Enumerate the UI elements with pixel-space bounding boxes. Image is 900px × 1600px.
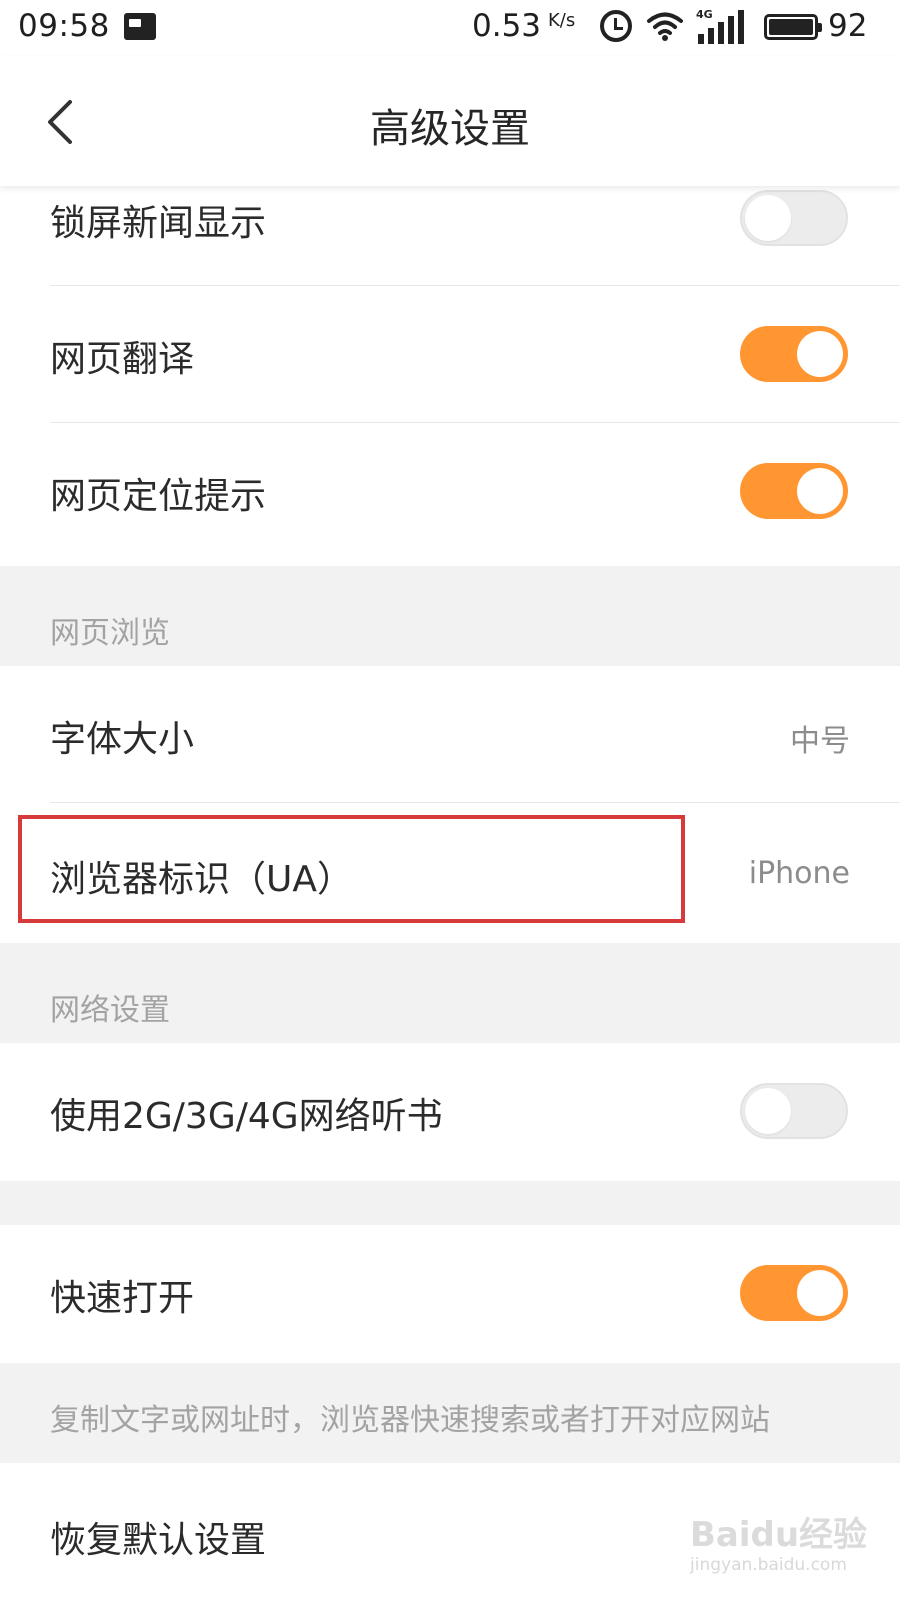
setting-value: 中号	[790, 724, 850, 759]
section-header-network: 网络设置	[0, 943, 900, 1043]
setting-row-page-translate[interactable]: 网页翻译	[0, 286, 900, 422]
toggle-knob	[797, 468, 843, 514]
page-translate-toggle[interactable]	[740, 326, 848, 382]
network-speed: 0.53	[472, 8, 542, 44]
setting-value: iPhone	[748, 856, 850, 891]
toggle-knob	[745, 195, 791, 241]
setting-label: 使用2G/3G/4G网络听书	[50, 1096, 443, 1137]
page-title: 高级设置	[370, 106, 530, 152]
network-speed-unit: K/s	[548, 10, 576, 31]
setting-row-font-size[interactable]: 字体大小 中号	[0, 666, 900, 802]
toggle-knob	[745, 1088, 791, 1134]
quick-open-toggle[interactable]	[740, 1265, 848, 1321]
baidu-jingyan-watermark: Baidu经验 jingyan.baidu.com	[690, 1503, 890, 1593]
section-spacer	[0, 1181, 900, 1225]
setting-label: 网页定位提示	[50, 476, 267, 517]
setting-row-location-prompt[interactable]: 网页定位提示	[0, 423, 900, 566]
quick-open-description-block: 复制文字或网址时，浏览器快速搜索或者打开对应网站	[0, 1363, 900, 1463]
watermark-url: jingyan.baidu.com	[690, 1555, 847, 1575]
status-bar: 09:58 0.53 K/s 4G 92	[0, 0, 900, 56]
battery-percent: 92	[828, 8, 868, 44]
setting-label: 字体大小	[50, 719, 195, 760]
status-time: 09:58	[18, 8, 110, 44]
setting-label: 恢复默认设置	[50, 1520, 267, 1561]
watermark-brand: Baidu经验	[690, 1515, 868, 1555]
setting-row-quick-open[interactable]: 快速打开	[0, 1225, 900, 1363]
picture-notification-icon	[124, 13, 156, 40]
setting-row-user-agent[interactable]: 浏览器标识（UA） iPhone	[0, 803, 900, 943]
setting-label: 浏览器标识（UA）	[50, 859, 353, 900]
section-title: 网页浏览	[50, 616, 170, 651]
mobile-listen-toggle[interactable]	[740, 1083, 848, 1139]
battery-icon	[764, 14, 822, 40]
section-title: 网络设置	[50, 993, 170, 1028]
nav-header: 高级设置	[0, 56, 900, 186]
setting-label: 网页翻译	[50, 339, 195, 380]
setting-label: 锁屏新闻显示	[50, 203, 267, 244]
signal-icon: 4G	[696, 8, 744, 44]
lock-screen-news-toggle[interactable]	[740, 190, 848, 246]
quick-open-description: 复制文字或网址时，浏览器快速搜索或者打开对应网站	[50, 1403, 770, 1438]
toggle-knob	[797, 1270, 843, 1316]
setting-label: 快速打开	[50, 1278, 195, 1319]
setting-row-lock-screen-news[interactable]: 锁屏新闻显示	[0, 186, 900, 286]
toggle-knob	[797, 331, 843, 377]
location-prompt-toggle[interactable]	[740, 463, 848, 519]
setting-row-mobile-listen[interactable]: 使用2G/3G/4G网络听书	[0, 1043, 900, 1181]
wifi-icon	[646, 10, 684, 42]
network-type-label: 4G	[696, 8, 713, 21]
alarm-icon	[600, 10, 632, 42]
section-header-browsing: 网页浏览	[0, 566, 900, 666]
